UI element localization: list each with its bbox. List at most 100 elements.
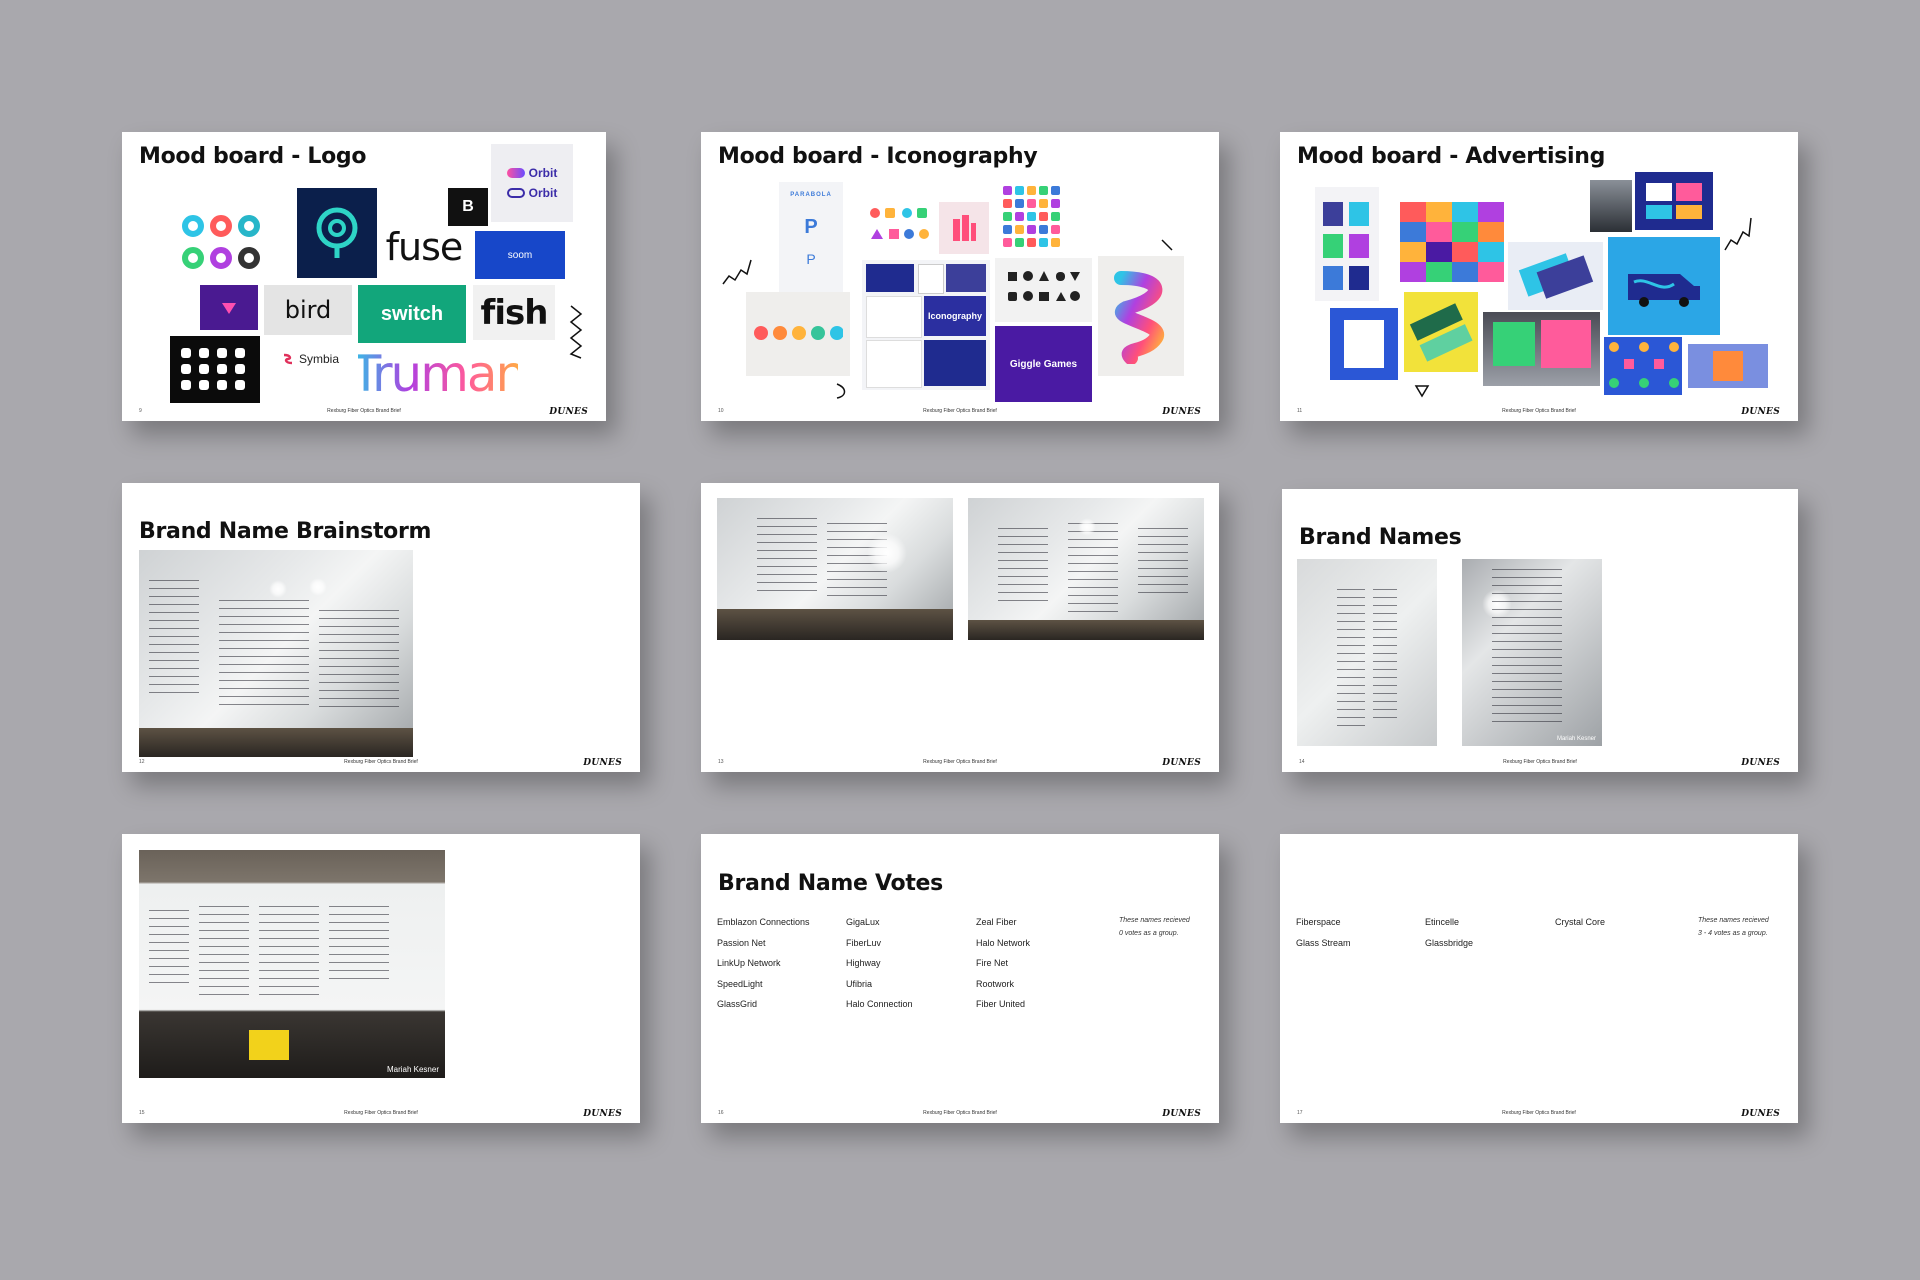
brand-name: Emblazon Connections — [717, 917, 810, 927]
dunes-logo: DUNES — [1741, 758, 1780, 768]
photo-credit: Mariah Kesner — [386, 1065, 439, 1074]
iconography-wordmark: Iconography — [927, 311, 982, 321]
soom-wordmark: soom — [507, 249, 533, 261]
icon-grid-tile — [170, 336, 260, 403]
slide-whiteboard-photos[interactable]: 13 Rexburg Fiber Optics Brand Brief DUNE… — [701, 483, 1219, 772]
slide-mood-board-iconography[interactable]: Mood board - Iconography PARABOLA P P Ic… — [701, 132, 1219, 421]
colorful-icons-tile — [862, 198, 942, 252]
brand-name: FiberLuv — [846, 937, 882, 948]
q-icons-tile — [180, 212, 260, 282]
dunes-logo: DUNES — [1162, 407, 1201, 417]
bird-wordmark: bird — [284, 296, 332, 324]
slide-title: Mood board - Iconography — [718, 144, 1038, 169]
brand-name: Fiberspace — [1296, 917, 1341, 927]
app-icons-grid-tile — [999, 182, 1065, 252]
tshirt-mockups-tile — [1315, 187, 1379, 301]
vote-note-line-1: These names recieved — [1698, 917, 1769, 924]
symbia-wordmark: Symbia — [298, 352, 339, 366]
truman-wordmark: Truman — [358, 345, 518, 403]
delivery-van-tile — [1608, 237, 1720, 335]
whiteboard-photo-right: Mariah Kesner — [1462, 559, 1602, 746]
billboard-tile — [1590, 180, 1632, 232]
names-column-3: Zeal Fiber Halo Network Fire Net Rootwor… — [976, 912, 1030, 1015]
whiteboard-photo-left — [717, 498, 953, 640]
slide-brand-name-brainstorm[interactable]: Brand Name Brainstorm 12 Rexburg Fiber O… — [122, 483, 640, 772]
vote-note-line-2: 3 - 4 votes as a group. — [1698, 930, 1768, 937]
slide-title: Brand Name Brainstorm — [139, 519, 432, 544]
fuse-wordmark: fuse — [385, 227, 464, 267]
slide-title: Mood board - Logo — [139, 144, 367, 169]
orbit-logo-tile: Orbit Orbit — [491, 144, 573, 222]
dunes-logo: DUNES — [1162, 1109, 1201, 1119]
bird-logo-tile: bird — [264, 285, 352, 335]
dunes-logo: DUNES — [549, 407, 588, 417]
vote-note: These names recieved 3 - 4 votes as a gr… — [1698, 914, 1769, 940]
webex-logo-tile — [297, 188, 377, 278]
pattern-grid-tile — [1604, 337, 1682, 395]
symbia-logo-tile: Symbia — [264, 339, 356, 379]
arc-decoration — [836, 383, 846, 399]
purple-v-logo-tile — [200, 285, 258, 330]
zigzag-decoration — [569, 305, 583, 359]
brand-name: GigaLux — [846, 917, 880, 927]
giggle-games-wordmark: Giggle Games — [1009, 358, 1078, 370]
footer-title: Rexburg Fiber Optics Brand Brief — [1503, 759, 1577, 765]
symbia-icon — [283, 353, 293, 365]
brand-name: SpeedLight — [717, 978, 763, 989]
footer-title: Rexburg Fiber Optics Brand Brief — [923, 1110, 997, 1116]
brand-name: Highway — [846, 958, 881, 968]
slide-title: Brand Name Votes — [718, 871, 943, 896]
pink-logo-tile — [939, 202, 989, 254]
street-ad-tile — [1483, 312, 1600, 386]
brand-name: Ufibria — [846, 978, 873, 989]
brand-name: Fiber United — [976, 999, 1026, 1009]
dunes-logo: DUNES — [1741, 407, 1780, 417]
ui-screens-tile: Iconography — [862, 260, 990, 390]
brand-name: GlassGrid — [717, 999, 758, 1009]
whiteboard-photo-right — [968, 498, 1204, 640]
slide-brand-names[interactable]: Brand Names Mariah Kesner 14 Rexburg Fib… — [1282, 489, 1798, 772]
shapes-tile — [995, 258, 1092, 322]
brand-name: Glass Stream — [1296, 937, 1351, 948]
orbit-wordmark-alt: Orbit — [528, 186, 558, 200]
photo-credit: Mariah Kesner — [1556, 736, 1596, 742]
dunes-logo: DUNES — [1741, 1109, 1780, 1119]
dunes-logo: DUNES — [1162, 758, 1201, 768]
fish-logo-tile: fish — [473, 285, 555, 340]
brand-name: Rootwork — [976, 978, 1015, 989]
footer-title: Rexburg Fiber Optics Brand Brief — [923, 759, 997, 765]
footer-title: Rexburg Fiber Optics Brand Brief — [327, 408, 401, 414]
colorful-posters-tile — [1400, 202, 1504, 282]
brand-name: Fire Net — [976, 958, 1009, 968]
names-column-3: Crystal Core — [1555, 912, 1605, 933]
slide-whiteboard-wide[interactable]: Mariah Kesner 15 Rexburg Fiber Optics Br… — [122, 834, 640, 1123]
soom-logo-tile: soom — [475, 231, 565, 279]
whiteboard-photo — [139, 550, 413, 757]
fish-wordmark: fish — [480, 292, 549, 333]
names-column-1: Fiberspace Glass Stream — [1296, 912, 1351, 953]
slide-brand-name-votes[interactable]: Brand Name Votes Emblazon Connections Pa… — [701, 834, 1219, 1123]
slide-title: Mood board - Advertising — [1297, 144, 1606, 169]
stationery-tile — [1330, 308, 1398, 380]
b-logo-tile: B — [448, 188, 488, 226]
footer-title: Rexburg Fiber Optics Brand Brief — [344, 1110, 418, 1116]
brand-name: Zeal Fiber — [976, 917, 1017, 927]
names-column-2: GigaLux FiberLuv Highway Ufibria Halo Co… — [846, 912, 913, 1015]
slide-mood-board-advertising[interactable]: Mood board - Advertising 11 Rexburg Fibe… — [1280, 132, 1798, 421]
yellow-brand-tile — [1404, 292, 1478, 372]
brand-name: Halo Network — [976, 937, 1031, 948]
switch-wordmark: switch — [380, 302, 444, 325]
zigzag-decoration — [722, 259, 752, 285]
pin-icons-tile — [746, 292, 850, 376]
brand-name: Passion Net — [717, 937, 766, 948]
blue-box-tile — [1688, 344, 1768, 388]
vote-note-line-1: These names recieved — [1119, 917, 1190, 924]
slash-decoration — [1161, 239, 1173, 251]
business-cards-tile — [1508, 242, 1603, 310]
slide-brand-name-votes-continued[interactable]: Fiberspace Glass Stream Etincelle Glassb… — [1280, 834, 1798, 1123]
slide-mood-board-logo[interactable]: Mood board - Logo fuse B Orbit Orbit soo… — [122, 132, 606, 421]
truman-logo-tile: Truman — [358, 344, 518, 404]
fuse-logo-tile: fuse — [380, 227, 468, 267]
footer-title: Rexburg Fiber Optics Brand Brief — [1502, 408, 1576, 414]
names-column-2: Etincelle Glassbridge — [1425, 912, 1473, 953]
